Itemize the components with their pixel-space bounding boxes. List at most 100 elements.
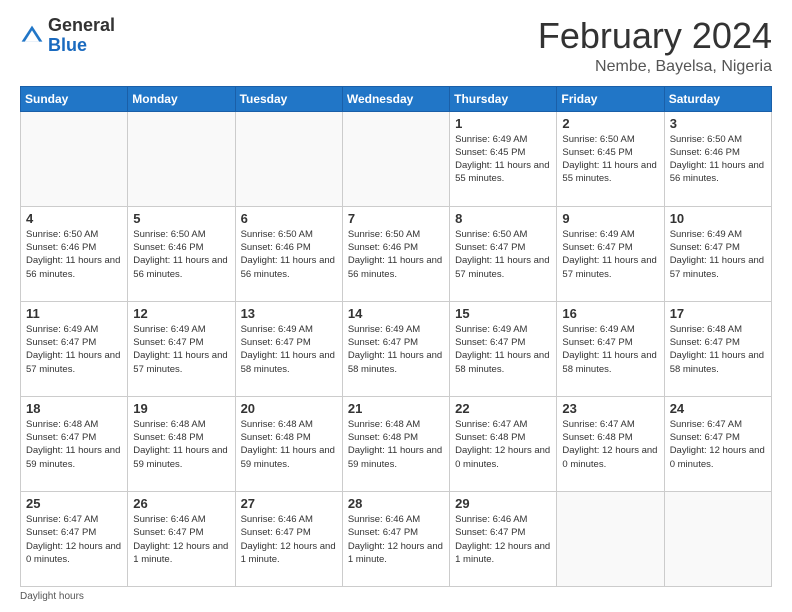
day-number: 21 — [348, 401, 444, 416]
day-number: 18 — [26, 401, 122, 416]
calendar-cell: 3 Sunrise: 6:50 AM Sunset: 6:46 PM Daylig… — [664, 111, 771, 206]
day-number: 13 — [241, 306, 337, 321]
day-info: Sunrise: 6:49 AM Sunset: 6:47 PM Dayligh… — [133, 323, 229, 376]
day-number: 22 — [455, 401, 551, 416]
calendar-cell — [235, 111, 342, 206]
day-number: 2 — [562, 116, 658, 131]
logo-general: General — [48, 15, 115, 35]
location: Nembe, Bayelsa, Nigeria — [538, 58, 772, 76]
day-number: 5 — [133, 211, 229, 226]
calendar-cell: 9 Sunrise: 6:49 AM Sunset: 6:47 PM Daylig… — [557, 206, 664, 301]
calendar-cell: 25Sunrise: 6:47 AM Sunset: 6:47 PM Dayli… — [21, 491, 128, 586]
day-number: 27 — [241, 496, 337, 511]
day-info: Sunrise: 6:46 AM Sunset: 6:47 PM Dayligh… — [133, 513, 229, 566]
logo-blue: Blue — [48, 35, 87, 55]
calendar-header-row: SundayMondayTuesdayWednesdayThursdayFrid… — [21, 86, 772, 111]
calendar-cell: 17 Sunrise: 6:48 AM Sunset: 6:47 PM Dayli… — [664, 301, 771, 396]
day-number: 7 — [348, 211, 444, 226]
calendar-day-header: Wednesday — [342, 86, 449, 111]
day-info: Sunrise: 6:49 AM Sunset: 6:47 PM Dayligh… — [562, 228, 658, 281]
calendar-day-header: Tuesday — [235, 86, 342, 111]
calendar-cell: 16 Sunrise: 6:49 AM Sunset: 6:47 PM Dayli… — [557, 301, 664, 396]
calendar-week-row: 1Sunrise: 6:49 AM Sunset: 6:45 PM Daylig… — [21, 111, 772, 206]
day-number: 14 — [348, 306, 444, 321]
day-number: 23 — [562, 401, 658, 416]
calendar-cell: 7 Sunrise: 6:50 AM Sunset: 6:46 PM Daylig… — [342, 206, 449, 301]
calendar-cell — [664, 491, 771, 586]
calendar-cell — [128, 111, 235, 206]
day-number: 24 — [670, 401, 766, 416]
calendar-cell: 20 Sunrise: 6:48 AM Sunset: 6:48 PM Dayli… — [235, 396, 342, 491]
day-number: 6 — [241, 211, 337, 226]
day-number: 8 — [455, 211, 551, 226]
calendar-cell: 6 Sunrise: 6:50 AM Sunset: 6:46 PM Daylig… — [235, 206, 342, 301]
day-number: 19 — [133, 401, 229, 416]
calendar-cell: 8 Sunrise: 6:50 AM Sunset: 6:47 PM Daylig… — [450, 206, 557, 301]
calendar-cell: 28Sunrise: 6:46 AM Sunset: 6:47 PM Dayli… — [342, 491, 449, 586]
day-number: 1 — [455, 116, 551, 131]
calendar-cell: 5 Sunrise: 6:50 AM Sunset: 6:46 PM Daylig… — [128, 206, 235, 301]
calendar-cell: 12 Sunrise: 6:49 AM Sunset: 6:47 PM Dayli… — [128, 301, 235, 396]
page: General Blue February 2024 Nembe, Bayels… — [0, 0, 792, 612]
calendar-cell: 11 Sunrise: 6:49 AM Sunset: 6:47 PM Dayli… — [21, 301, 128, 396]
calendar-cell: 2 Sunrise: 6:50 AM Sunset: 6:45 PM Daylig… — [557, 111, 664, 206]
day-info: Sunrise: 6:50 AM Sunset: 6:46 PM Dayligh… — [348, 228, 444, 281]
calendar-day-header: Sunday — [21, 86, 128, 111]
logo: General Blue — [20, 16, 115, 56]
day-info: Sunrise: 6:49 AM Sunset: 6:47 PM Dayligh… — [562, 323, 658, 376]
calendar-cell: 14 Sunrise: 6:49 AM Sunset: 6:47 PM Dayli… — [342, 301, 449, 396]
calendar-cell: 27Sunrise: 6:46 AM Sunset: 6:47 PM Dayli… — [235, 491, 342, 586]
day-info: Sunrise: 6:50 AM Sunset: 6:45 PM Dayligh… — [562, 133, 658, 186]
day-number: 16 — [562, 306, 658, 321]
calendar-cell: 29 Sunrise: 6:46 AM Sunset: 6:47 PM Dayli… — [450, 491, 557, 586]
day-info: Sunrise: 6:47 AM Sunset: 6:48 PM Dayligh… — [455, 418, 551, 471]
calendar-cell: 21 Sunrise: 6:48 AM Sunset: 6:48 PM Dayli… — [342, 396, 449, 491]
calendar-cell — [342, 111, 449, 206]
calendar-cell: 18 Sunrise: 6:48 AM Sunset: 6:47 PM Dayli… — [21, 396, 128, 491]
day-info: Sunrise: 6:50 AM Sunset: 6:46 PM Dayligh… — [670, 133, 766, 186]
logo-text: General Blue — [48, 16, 115, 56]
calendar-week-row: 11 Sunrise: 6:49 AM Sunset: 6:47 PM Dayli… — [21, 301, 772, 396]
footer-note: Daylight hours — [20, 591, 772, 602]
header: General Blue February 2024 Nembe, Bayels… — [20, 16, 772, 76]
calendar-cell — [557, 491, 664, 586]
calendar-cell: 15 Sunrise: 6:49 AM Sunset: 6:47 PM Dayli… — [450, 301, 557, 396]
day-info: Sunrise: 6:46 AM Sunset: 6:47 PM Dayligh… — [455, 513, 551, 566]
calendar-week-row: 18 Sunrise: 6:48 AM Sunset: 6:47 PM Dayli… — [21, 396, 772, 491]
day-info: Sunrise: 6:48 AM Sunset: 6:48 PM Dayligh… — [241, 418, 337, 471]
day-info: Sunrise: 6:49 AM Sunset: 6:47 PM Dayligh… — [26, 323, 122, 376]
day-number: 12 — [133, 306, 229, 321]
day-number: 17 — [670, 306, 766, 321]
calendar-cell: 19Sunrise: 6:48 AM Sunset: 6:48 PM Dayli… — [128, 396, 235, 491]
day-info: Sunrise: 6:46 AM Sunset: 6:47 PM Dayligh… — [348, 513, 444, 566]
day-info: Sunrise: 6:49 AM Sunset: 6:47 PM Dayligh… — [348, 323, 444, 376]
calendar-cell: 13Sunrise: 6:49 AM Sunset: 6:47 PM Dayli… — [235, 301, 342, 396]
day-number: 15 — [455, 306, 551, 321]
day-info: Sunrise: 6:49 AM Sunset: 6:47 PM Dayligh… — [455, 323, 551, 376]
day-number: 25 — [26, 496, 122, 511]
day-number: 3 — [670, 116, 766, 131]
day-info: Sunrise: 6:48 AM Sunset: 6:47 PM Dayligh… — [26, 418, 122, 471]
day-number: 26 — [133, 496, 229, 511]
day-info: Sunrise: 6:50 AM Sunset: 6:46 PM Dayligh… — [133, 228, 229, 281]
calendar-cell: 26 Sunrise: 6:46 AM Sunset: 6:47 PM Dayli… — [128, 491, 235, 586]
day-number: 29 — [455, 496, 551, 511]
calendar-cell: 23Sunrise: 6:47 AM Sunset: 6:48 PM Dayli… — [557, 396, 664, 491]
calendar-cell: 4Sunrise: 6:50 AM Sunset: 6:46 PM Daylig… — [21, 206, 128, 301]
day-info: Sunrise: 6:48 AM Sunset: 6:48 PM Dayligh… — [348, 418, 444, 471]
month-title: February 2024 — [538, 16, 772, 56]
calendar-cell: 24 Sunrise: 6:47 AM Sunset: 6:47 PM Dayli… — [664, 396, 771, 491]
day-info: Sunrise: 6:49 AM Sunset: 6:47 PM Dayligh… — [670, 228, 766, 281]
calendar-cell: 1Sunrise: 6:49 AM Sunset: 6:45 PM Daylig… — [450, 111, 557, 206]
day-number: 9 — [562, 211, 658, 226]
day-info: Sunrise: 6:50 AM Sunset: 6:47 PM Dayligh… — [455, 228, 551, 281]
day-number: 20 — [241, 401, 337, 416]
day-info: Sunrise: 6:48 AM Sunset: 6:47 PM Dayligh… — [670, 323, 766, 376]
day-info: Sunrise: 6:50 AM Sunset: 6:46 PM Dayligh… — [241, 228, 337, 281]
day-number: 11 — [26, 306, 122, 321]
day-info: Sunrise: 6:47 AM Sunset: 6:47 PM Dayligh… — [670, 418, 766, 471]
calendar-table: SundayMondayTuesdayWednesdayThursdayFrid… — [20, 86, 772, 587]
calendar-day-header: Friday — [557, 86, 664, 111]
calendar-week-row: 25Sunrise: 6:47 AM Sunset: 6:47 PM Dayli… — [21, 491, 772, 586]
calendar-day-header: Thursday — [450, 86, 557, 111]
